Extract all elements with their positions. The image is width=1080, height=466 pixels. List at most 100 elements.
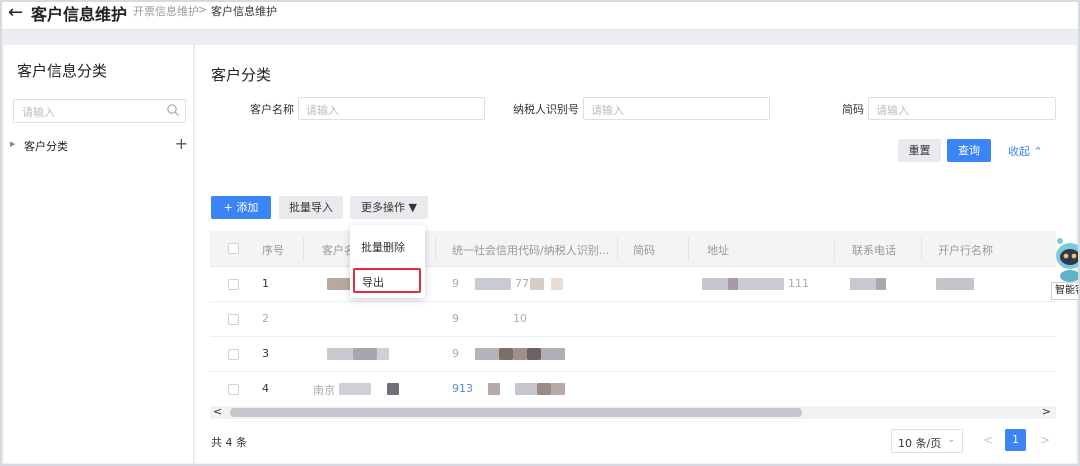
page-band — [0, 30, 1080, 45]
redacted-block — [377, 348, 389, 360]
col-header-address: 地址 — [707, 244, 729, 257]
col-header-bank-name: 开户行名称 — [938, 244, 993, 257]
reset-button[interactable]: 重置 — [898, 139, 941, 162]
customer-name-fragment: 南京 — [313, 384, 335, 397]
chevron-up-icon: ⌃ — [1033, 145, 1043, 158]
table-row[interactable]: 3 9 — [210, 337, 1056, 372]
row-index: 3 — [262, 347, 269, 360]
credit-code-fragment: 9 — [452, 347, 459, 360]
credit-code-fragment: 9 — [452, 312, 459, 325]
redacted-block — [513, 348, 527, 360]
page-size-value: 10 条/页 — [898, 437, 942, 450]
col-header-short-code: 简码 — [633, 244, 655, 257]
table-row[interactable]: 2 9 10 — [210, 302, 1056, 337]
col-divider — [688, 237, 689, 261]
search-icon[interactable] — [166, 103, 180, 117]
page-size-select[interactable]: 10 条/页 ⌄ — [891, 429, 963, 453]
menu-item-export[interactable]: 导出 — [353, 268, 421, 293]
customer-name-input[interactable]: 请输入 — [298, 97, 485, 120]
table-row[interactable]: 1 中 9 77 111 — [210, 267, 1056, 302]
redacted-block — [488, 383, 500, 395]
horizontal-scrollbar[interactable]: < > — [210, 405, 1056, 419]
input-placeholder: 请输入 — [306, 104, 339, 117]
redacted-block — [850, 278, 876, 290]
col-header-phone: 联系电话 — [852, 244, 896, 257]
more-actions-menu: 批量删除 导出 — [350, 225, 425, 298]
short-code-input[interactable]: 请输入 — [868, 97, 1056, 120]
breadcrumb-item-current: 客户信息维护 — [211, 5, 277, 18]
caret-right-icon[interactable]: ▶ — [10, 140, 15, 148]
row-checkbox[interactable] — [228, 314, 239, 325]
page-title: 客户信息维护 — [31, 5, 128, 24]
customer-table: 序号 客户名 统一社会信用代码/纳税人识别... 简码 地址 联系电话 开户行名… — [210, 231, 1056, 407]
scroll-right-icon[interactable]: > — [1042, 405, 1051, 418]
breadcrumb-item-invoice-info[interactable]: 开票信息维护 — [133, 3, 199, 19]
tree-item-customer-category[interactable]: ▶ 客户分类 + — [8, 134, 190, 155]
redacted-block — [702, 278, 728, 290]
sidebar-search-input[interactable]: 请输入 — [13, 99, 186, 123]
redacted-block — [551, 383, 565, 395]
redacted-block — [876, 278, 886, 290]
row-checkbox[interactable] — [228, 279, 239, 290]
chevron-down-icon: ⌄ — [947, 435, 955, 445]
tax-id-input[interactable]: 请输入 — [583, 97, 770, 120]
plus-icon[interactable]: + — [175, 134, 188, 153]
scroll-left-icon[interactable]: < — [213, 405, 222, 418]
redacted-block — [475, 278, 511, 290]
row-index: 2 — [262, 312, 269, 325]
table-header: 序号 客户名 统一社会信用代码/纳税人识别... 简码 地址 联系电话 开户行名… — [210, 231, 1056, 267]
search-placeholder: 请输入 — [22, 106, 55, 119]
row-checkbox[interactable] — [228, 384, 239, 395]
row-index: 1 — [262, 277, 269, 290]
col-header-credit-code: 统一社会信用代码/纳税人识别... — [452, 244, 610, 257]
top-bar: ← 客户信息维护 开票信息维护 > 客户信息维护 — [0, 0, 1080, 30]
redacted-block — [551, 278, 563, 290]
redacted-block — [327, 348, 353, 360]
total-count: 共 4 条 — [211, 436, 247, 449]
arrow-left-icon[interactable]: ← — [8, 2, 23, 23]
redacted-block — [541, 348, 565, 360]
query-button[interactable]: 查询 — [947, 139, 991, 162]
filter-label-short-code: 简码 — [842, 103, 864, 116]
col-divider — [435, 237, 436, 261]
redacted-block — [339, 383, 371, 395]
row-checkbox[interactable] — [228, 349, 239, 360]
next-page-icon[interactable]: > — [1040, 433, 1050, 447]
col-divider — [834, 237, 835, 261]
redacted-block — [530, 278, 544, 290]
batch-import-button[interactable]: 批量导入 — [279, 196, 343, 219]
row-index: 4 — [262, 382, 269, 395]
filter-label-tax-id: 纳税人识别号 — [513, 103, 579, 116]
prev-page-icon[interactable]: < — [983, 433, 993, 447]
page-number-current[interactable]: 1 — [1005, 429, 1026, 451]
credit-code-suffix: 77 — [515, 277, 529, 290]
redacted-block — [475, 348, 499, 360]
select-all-checkbox[interactable] — [228, 243, 239, 254]
table-row[interactable]: 4 南京 913 — [210, 372, 1056, 407]
sidebar-title: 客户信息分类 — [17, 62, 108, 80]
input-placeholder: 请输入 — [591, 104, 624, 117]
collapse-label: 收起 — [1008, 145, 1030, 158]
scrollbar-thumb[interactable] — [230, 408, 802, 417]
col-divider — [617, 237, 618, 261]
address-fragment: 111 — [788, 277, 809, 290]
col-divider — [303, 237, 304, 261]
redacted-block — [537, 383, 551, 395]
menu-item-label: 导出 — [362, 276, 384, 289]
more-actions-button[interactable]: 更多操作 ▼ — [350, 196, 428, 219]
redacted-block — [527, 348, 541, 360]
main-panel: 客户分类 客户名称 请输入 纳税人识别号 请输入 简码 请输入 重置 查询 收起… — [195, 45, 1076, 463]
input-placeholder: 请输入 — [876, 104, 909, 117]
section-title: 客户分类 — [211, 66, 272, 84]
redacted-block — [515, 383, 537, 395]
assistant-label[interactable]: 智能客服 — [1051, 282, 1080, 300]
category-sidebar: 客户信息分类 请输入 ▶ 客户分类 + — [4, 45, 194, 463]
credit-code-fragment: 913 — [452, 382, 473, 395]
redacted-block — [738, 278, 784, 290]
menu-item-batch-delete[interactable]: 批量删除 — [361, 239, 405, 255]
collapse-link[interactable]: 收起 ⌃ — [1008, 143, 1043, 159]
redacted-block — [353, 348, 377, 360]
filter-label-customer-name: 客户名称 — [250, 103, 294, 116]
col-divider — [921, 237, 922, 261]
add-button[interactable]: + 添加 — [211, 196, 271, 219]
